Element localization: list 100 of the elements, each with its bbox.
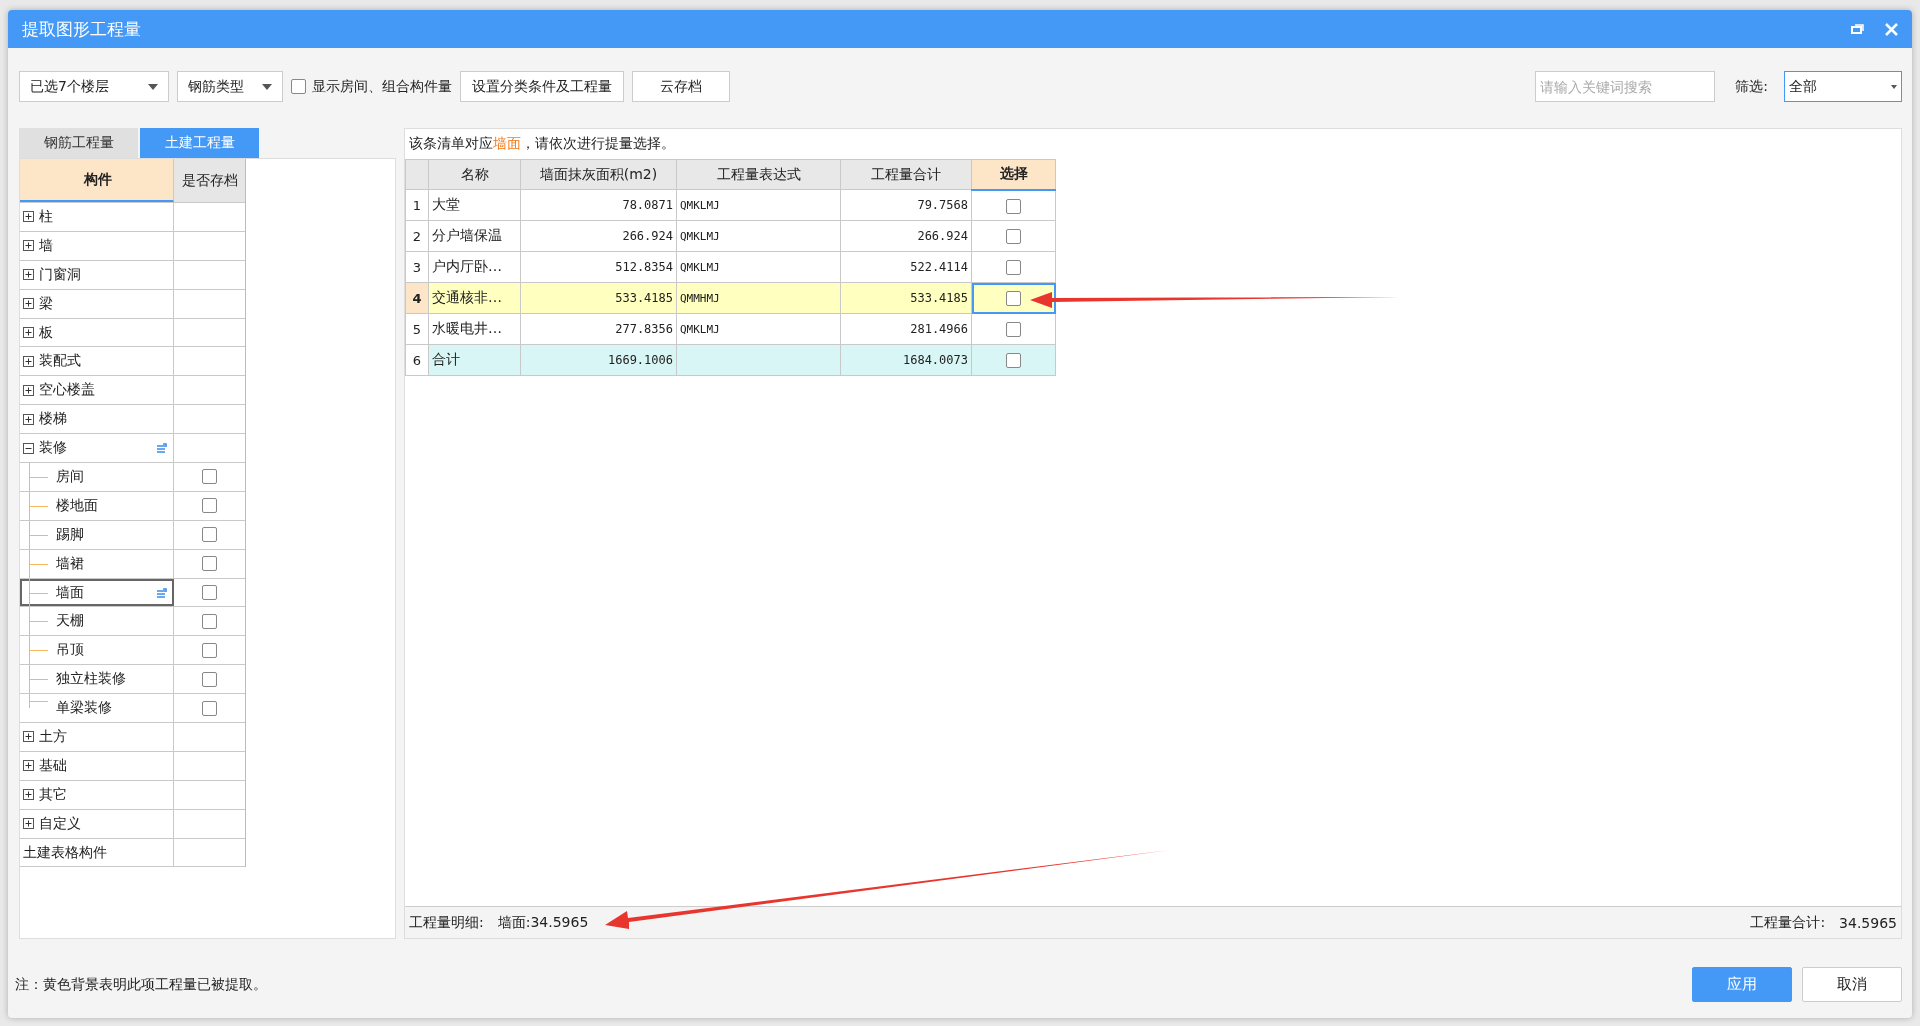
checkbox[interactable] [1006, 229, 1021, 245]
row-number: 1 [405, 189, 429, 221]
tree-item[interactable]: 柱 [20, 203, 174, 231]
table-cell: 78.0871 [520, 189, 677, 221]
toolbar-button[interactable]: 设置分类条件及工程量 [460, 71, 624, 102]
checkbox[interactable] [202, 585, 217, 600]
table-cell: 281.4966 [840, 313, 972, 345]
tree-item[interactable]: 墙裙 [20, 549, 174, 578]
sum-value: 34.5965 [1839, 914, 1897, 931]
table-cell: 分户墙保温 [428, 220, 521, 252]
tree-item[interactable]: 自定义 [20, 809, 174, 838]
tree-item[interactable]: 梁 [20, 289, 174, 318]
table-cell: 277.8356 [520, 313, 677, 345]
expand-icon[interactable] [23, 240, 34, 252]
table-cell: 79.7568 [840, 189, 972, 221]
checkbox[interactable] [202, 469, 217, 485]
tree-item[interactable]: 板 [20, 318, 174, 347]
checkbox[interactable] [291, 79, 306, 94]
table-cell: 533.4185 [840, 282, 972, 314]
expand-icon[interactable] [23, 413, 34, 425]
column-header: 选择 [971, 159, 1056, 190]
expand-icon[interactable] [23, 760, 34, 772]
expand-icon[interactable] [23, 269, 34, 281]
tree-item[interactable]: 墙 [20, 231, 174, 260]
tree-item[interactable]: 土建表格构件 [20, 838, 174, 867]
expand-icon[interactable] [23, 298, 34, 310]
column-header: 构件 [20, 159, 174, 202]
checkbox[interactable] [1006, 198, 1021, 214]
column-header: 是否存档 [174, 159, 245, 202]
table-cell: 266.924 [840, 220, 972, 252]
tree-item[interactable]: 装修 [20, 434, 174, 462]
close-icon[interactable] [1885, 22, 1898, 36]
tree-item[interactable]: 其它 [20, 780, 174, 809]
table-cell: 合计 [428, 344, 521, 376]
tree-item[interactable]: 独立柱装修 [20, 665, 174, 694]
search-field[interactable]: 请输入关键词搜索 [1535, 71, 1716, 102]
checkbox[interactable] [1006, 322, 1021, 338]
tree-item[interactable]: 空心楼盖 [20, 376, 174, 405]
table-cell: 1684.0073 [840, 344, 972, 376]
notice-text: 该条清单对应墙面，请依次进行提量选择。 [408, 134, 676, 153]
table-cell: QMKLMJ [676, 251, 841, 283]
table-cell: 533.4185 [520, 282, 677, 314]
table-cell: QMMHMJ [676, 282, 841, 314]
table-cell: 户内厅卧… [428, 251, 521, 283]
column-header: 工程量表达式 [676, 159, 841, 190]
checkbox[interactable] [202, 700, 217, 716]
restore-icon[interactable] [1851, 23, 1865, 35]
checkbox[interactable] [202, 498, 217, 514]
checkbox[interactable] [202, 556, 217, 572]
expand-icon[interactable] [23, 211, 34, 223]
checkbox-label: 显示房间、组合构件量 [312, 77, 452, 96]
floors-dropdown[interactable]: 已选7个楼层 [19, 71, 169, 102]
table-cell: 266.924 [520, 220, 677, 252]
tab[interactable]: 钢筋工程量 [19, 128, 138, 158]
tree-item[interactable]: 房间 [20, 463, 174, 491]
expand-icon[interactable] [23, 731, 34, 743]
expand-icon[interactable] [23, 789, 34, 801]
tree-item[interactable]: 踢脚 [20, 520, 174, 549]
table-cell: 交通核非… [428, 282, 521, 314]
checkbox[interactable] [1006, 260, 1021, 276]
table-cell: 512.8354 [520, 251, 677, 283]
column-header: 工程量合计 [840, 159, 972, 190]
expand-icon[interactable] [23, 355, 34, 367]
row-number: 6 [405, 344, 429, 376]
tree-item[interactable]: 楼梯 [20, 405, 174, 434]
table-cell: 1669.1006 [520, 344, 677, 376]
cancel-button[interactable]: 取消 [1802, 967, 1902, 1002]
checkbox[interactable] [202, 613, 217, 629]
table-cell: QMKLMJ [676, 220, 841, 252]
toolbar-button[interactable]: 云存档 [632, 71, 730, 102]
tree-item[interactable]: 楼地面 [20, 491, 174, 520]
checkbox[interactable] [202, 671, 217, 687]
detail-value: 墙面:34.5965 [497, 913, 589, 932]
row-number: 2 [405, 220, 429, 252]
filter-dropdown[interactable]: 全部 [1784, 71, 1902, 102]
tree-item[interactable]: 单梁装修 [20, 694, 174, 723]
sum-label: 工程量合计: [1750, 913, 1826, 932]
row-number: 3 [405, 251, 429, 283]
tree-item[interactable]: 吊顶 [20, 636, 174, 665]
column-header: 墙面抹灰面积(m2) [520, 159, 677, 190]
expand-icon[interactable] [23, 327, 34, 338]
expand-icon[interactable] [23, 384, 34, 396]
row-number: 4 [405, 282, 429, 314]
row-number: 5 [405, 313, 429, 345]
tree-item[interactable]: 土方 [20, 723, 174, 751]
tree-item[interactable]: 门窗洞 [20, 260, 174, 289]
tree-item[interactable]: 墙面 [20, 578, 174, 607]
expand-icon[interactable] [23, 818, 34, 830]
note-text: 注：黄色背景表明此项工程量已被提取。 [15, 975, 267, 994]
column-header: 名称 [428, 159, 521, 190]
checkbox[interactable] [202, 527, 217, 543]
rebar-type-dropdown[interactable]: 钢筋类型 [177, 71, 283, 102]
tree-item[interactable]: 装配式 [20, 347, 174, 376]
checkbox[interactable] [1006, 353, 1021, 369]
collapse-icon[interactable] [23, 442, 34, 454]
checkbox[interactable] [202, 642, 217, 658]
tree-item[interactable]: 天棚 [20, 607, 174, 636]
checkbox[interactable] [1006, 291, 1021, 307]
detail-label: 工程量明细: [409, 913, 484, 932]
tree-item[interactable]: 基础 [20, 751, 174, 780]
